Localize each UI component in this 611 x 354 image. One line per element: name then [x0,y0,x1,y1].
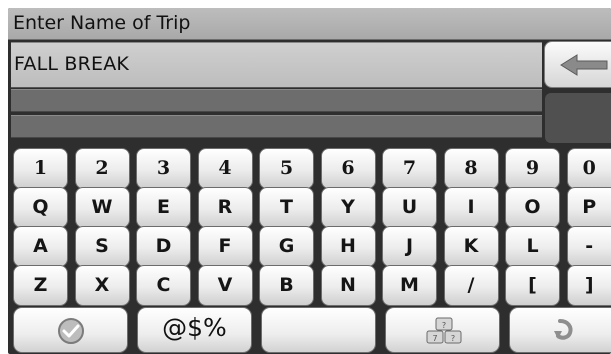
key-r[interactable]: R [197,187,253,228]
key-e[interactable]: E [136,187,191,228]
dialog-title: Enter Name of Trip [13,12,191,34]
key-l[interactable]: L [505,226,560,267]
key-f[interactable]: F [197,226,253,267]
key-k[interactable]: K [443,226,499,267]
key-d[interactable]: D [136,226,191,267]
key-open-bracket[interactable]: [ [505,265,560,306]
trip-name-value: FALL BREAK [14,53,130,75]
key-b[interactable]: B [259,265,314,306]
side-panel [545,93,611,143]
trip-name-field[interactable]: FALL BREAK [11,42,542,88]
key-slash[interactable]: / [443,265,499,306]
trip-name-dialog: Enter Name of Trip FALL BREAK 1234567890… [8,8,611,354]
key-c[interactable]: C [136,265,191,306]
key-m[interactable]: M [382,265,437,306]
key-4[interactable]: 4 [197,148,253,189]
key-w[interactable]: W [74,187,130,228]
key-v[interactable]: V [197,265,253,306]
keyboard-layout-button[interactable]: ? 7 ? [385,307,500,353]
svg-text:7: 7 [432,334,437,343]
key-3[interactable]: 3 [136,148,191,189]
key-5[interactable]: 5 [259,148,314,189]
key-p[interactable]: P [566,187,611,228]
backspace-button[interactable] [544,41,611,88]
key-y[interactable]: Y [320,187,376,228]
curved-arrow-icon [554,319,573,340]
svg-text:?: ? [451,334,455,343]
key-i[interactable]: I [443,187,499,228]
space-button[interactable] [261,307,376,353]
symbols-label: @$% [162,313,227,342]
title-bar: Enter Name of Trip [8,8,611,40]
confirm-button[interactable] [13,307,128,353]
undo-button[interactable] [509,307,611,353]
key-h[interactable]: H [320,226,376,267]
key-1[interactable]: 1 [13,148,68,189]
key-7[interactable]: 7 [382,148,437,189]
keyboard-layout-icon: ? 7 ? [426,317,462,344]
key-q[interactable]: Q [13,187,68,228]
checkmark-circle-icon [58,318,84,344]
key-o[interactable]: O [505,187,560,228]
key-6[interactable]: 6 [320,148,376,189]
svg-text:?: ? [442,321,446,330]
key-9[interactable]: 9 [505,148,560,189]
key-a[interactable]: A [13,226,68,267]
key-z[interactable]: Z [13,265,68,306]
back-arrow-icon [560,54,608,76]
key-g[interactable]: G [259,226,314,267]
key-u[interactable]: U [382,187,437,228]
key-j[interactable]: J [382,226,437,267]
symbols-button[interactable]: @$% [137,307,252,353]
key-2[interactable]: 2 [74,148,130,189]
key-0[interactable]: 0 [566,148,611,189]
key-s[interactable]: S [74,226,130,267]
key-t[interactable]: T [259,187,314,228]
key-dash[interactable]: - [566,226,611,267]
suggestion-row-1 [11,89,542,112]
key-n[interactable]: N [320,265,376,306]
key-8[interactable]: 8 [443,148,499,189]
key-close-bracket[interactable]: ] [566,265,611,306]
suggestion-row-2 [11,115,542,138]
key-x[interactable]: X [74,265,130,306]
